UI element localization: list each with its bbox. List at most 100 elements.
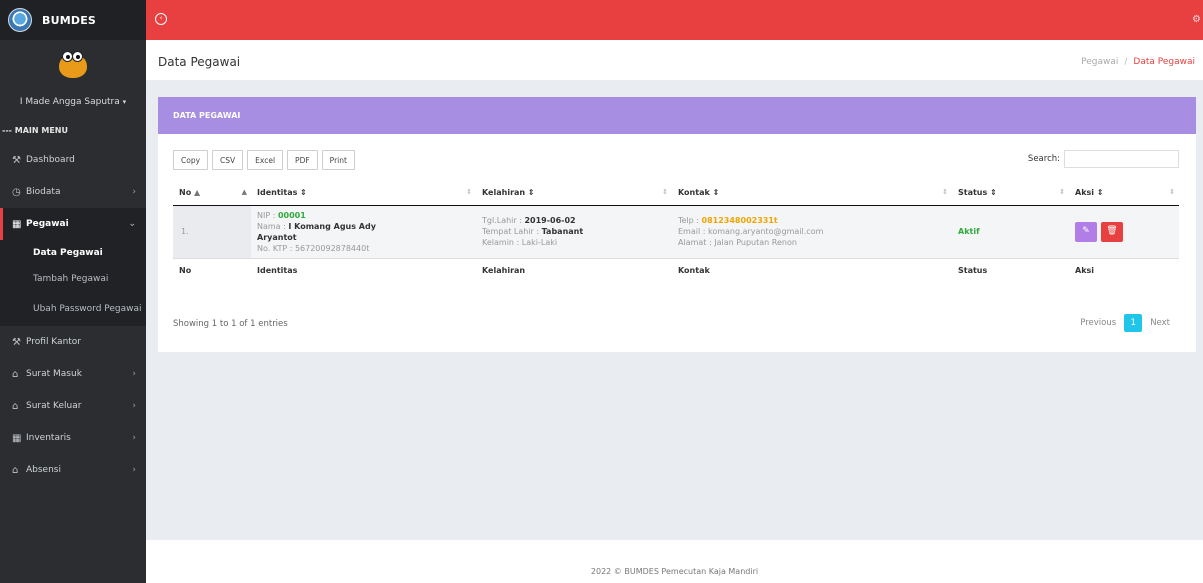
sidebar-item-label: Pegawai: [26, 219, 69, 229]
clock-icon: ◷: [12, 186, 21, 198]
trash-icon: 🗑: [1106, 226, 1118, 236]
pdf-button[interactable]: PDF: [287, 150, 318, 170]
cell-identitas: NIP : 00001 Nama : I Komang Agus Ady Ary…: [251, 205, 476, 258]
sidebar-item-biodata[interactable]: ◷ Biodata ›: [0, 176, 146, 208]
sidebar-item-surat-keluar[interactable]: ⌂ Surat Keluar ›: [0, 390, 146, 422]
sort-asc-icon: ▲: [194, 188, 201, 198]
chevron-right-icon: ›: [132, 401, 136, 411]
footer-header-identitas: Identitas: [251, 257, 476, 282]
brand-logo-icon: [8, 8, 32, 32]
tempat-label: Tempat Lahir :: [482, 227, 542, 236]
telp-value: 0812348002331t: [701, 216, 778, 225]
sort-icon: ⇕: [466, 188, 472, 197]
nip-label: NIP :: [257, 210, 278, 220]
breadcrumb-separator: /: [1124, 57, 1128, 67]
csv-button[interactable]: CSV: [212, 150, 244, 170]
avatar: [0, 40, 146, 88]
footer-header-kelahiran: Kelahiran: [476, 257, 672, 282]
tgl-label: Tgl.Lahir :: [482, 216, 525, 225]
sidebar-item-label: Biodata: [26, 187, 61, 197]
chevron-right-icon: ›: [132, 433, 136, 443]
ktp-text: No. KTP : 56720092878440t: [257, 243, 370, 253]
pegawai-submenu: Data Pegawai Tambah Pegawai Ubah Passwor…: [0, 240, 146, 326]
cell-aksi: ✎ 🗑: [1069, 205, 1179, 258]
pagination-previous[interactable]: Previous: [1072, 318, 1124, 328]
inbox-icon: ⌂: [12, 368, 19, 380]
page-title: Data Pegawai: [158, 55, 241, 69]
footer-header-status: Status: [952, 257, 1069, 282]
cell-status: Aktif: [952, 205, 1069, 258]
chevron-right-icon: ›: [132, 187, 136, 197]
telp-label: Telp :: [678, 216, 702, 225]
sidebar-item-label: Absensi: [26, 465, 61, 475]
sidebar-item-label: Dashboard: [26, 155, 75, 165]
footer-header-no: No: [173, 257, 251, 282]
sidebar-subitem-tambah-pegawai[interactable]: Tambah Pegawai: [0, 266, 146, 292]
card-title: DATA PEGAWAI: [158, 97, 1196, 134]
pencil-icon: ✎: [1082, 226, 1090, 236]
main-menu-label: --- MAIN MENU: [2, 126, 68, 135]
sort-icon: ⇕: [1096, 188, 1104, 198]
cell-kelahiran: Tgl.Lahir : 2019-06-02 Tempat Lahir : Ta…: [476, 205, 672, 258]
page-header: Data Pegawai Pegawai / Data Pegawai: [146, 40, 1203, 80]
pagination-next[interactable]: Next: [1142, 318, 1178, 328]
breadcrumb-pegawai[interactable]: Pegawai: [1081, 57, 1118, 67]
email-text: Email : komang.aryanto@gmail.com: [678, 227, 824, 236]
nama-label: Nama :: [257, 221, 289, 231]
sidebar-item-surat-masuk[interactable]: ⌂ Surat Masuk ›: [0, 358, 146, 390]
brand[interactable]: BUMDES: [0, 0, 146, 40]
sort-icon: ⇕: [300, 188, 307, 198]
settings-icon[interactable]: ⚙: [1192, 14, 1201, 25]
search-input[interactable]: [1064, 150, 1179, 168]
column-header-no[interactable]: No ▲ ▲: [173, 181, 251, 206]
sidebar-item-label: Surat Masuk: [26, 369, 82, 379]
column-header-status[interactable]: Status ⇕ ⇕: [952, 181, 1069, 206]
column-header-kontak[interactable]: Kontak ⇕ ⇕: [672, 181, 952, 206]
sidebar-item-dashboard[interactable]: ⚒ Dashboard: [0, 144, 146, 176]
inbox-icon: ⌂: [12, 400, 19, 412]
chevron-down-icon: ⌄: [128, 219, 136, 229]
sort-icon: ⇕: [527, 188, 535, 198]
user-menu[interactable]: I Made Angga Saputra ▾: [0, 88, 146, 116]
status-badge: Aktif: [958, 227, 980, 236]
column-header-kelahiran[interactable]: Kelahiran ⇕ ⇕: [476, 181, 672, 206]
sort-icon: ⇕: [712, 188, 720, 198]
search: Search:: [1028, 150, 1179, 168]
cell-no: 1.: [173, 205, 251, 258]
export-buttons: Copy CSV Excel PDF Print: [173, 150, 359, 170]
sidebar-subitem-ubah-password[interactable]: Ubah Password Pegawai: [0, 292, 146, 326]
sort-icon: ⇕: [662, 188, 668, 197]
column-header-aksi[interactable]: Aksi ⇕ ⇕: [1069, 181, 1179, 206]
sidebar: BUMDES I Made Angga Saputra ▾ --- MAIN M…: [0, 0, 146, 583]
cell-kontak: Telp : 0812348002331t Email : komang.ary…: [672, 205, 952, 258]
calendar-icon: ▦: [12, 218, 22, 230]
sidebar-item-absensi[interactable]: ⌂ Absensi ›: [0, 454, 146, 486]
tempat-value: Tabanant: [541, 227, 584, 236]
delete-button[interactable]: 🗑: [1101, 221, 1123, 242]
chevron-right-icon: ›: [132, 465, 136, 475]
caret-down-icon: ▾: [122, 98, 127, 106]
avatar-icon: [56, 50, 90, 78]
pagination-page-1[interactable]: 1: [1124, 314, 1143, 332]
sidebar-toggle-icon[interactable]: ‹: [155, 13, 167, 25]
sidebar-item-label: Inventaris: [26, 433, 71, 443]
sidebar-item-inventaris[interactable]: ▦ Inventaris ›: [0, 422, 146, 454]
footer-header-kontak: Kontak: [672, 257, 952, 282]
print-button[interactable]: Print: [321, 150, 355, 170]
pegawai-table: No ▲ ▲ Identitas ⇕ ⇕ Kelahiran ⇕ ⇕ Kontak ⇕…: [173, 181, 1179, 282]
footer-header-aksi: Aksi: [1069, 257, 1179, 282]
sidebar-item-profil-kantor[interactable]: ⚒ Profil Kantor: [0, 326, 146, 358]
column-header-identitas[interactable]: Identitas ⇕ ⇕: [251, 181, 476, 206]
sort-icon: ⇕: [1169, 188, 1175, 197]
edit-button[interactable]: ✎: [1075, 221, 1097, 242]
copy-button[interactable]: Copy: [173, 150, 209, 170]
sidebar-item-label: Surat Keluar: [26, 401, 82, 411]
sidebar-item-pegawai[interactable]: ▦ Pegawai ⌄: [0, 208, 146, 240]
data-pegawai-card: DATA PEGAWAI Copy CSV Excel PDF Print Se…: [158, 97, 1196, 352]
footer: 2022 © BUMDES Pemecutan Kaja Mandiri: [146, 540, 1203, 583]
excel-button[interactable]: Excel: [247, 150, 284, 170]
chevron-right-icon: ›: [132, 369, 136, 379]
sidebar-subitem-data-pegawai[interactable]: Data Pegawai: [0, 240, 146, 266]
table-info: Showing 1 to 1 of 1 entries: [173, 319, 288, 329]
sort-icon: ⇕: [942, 188, 948, 197]
